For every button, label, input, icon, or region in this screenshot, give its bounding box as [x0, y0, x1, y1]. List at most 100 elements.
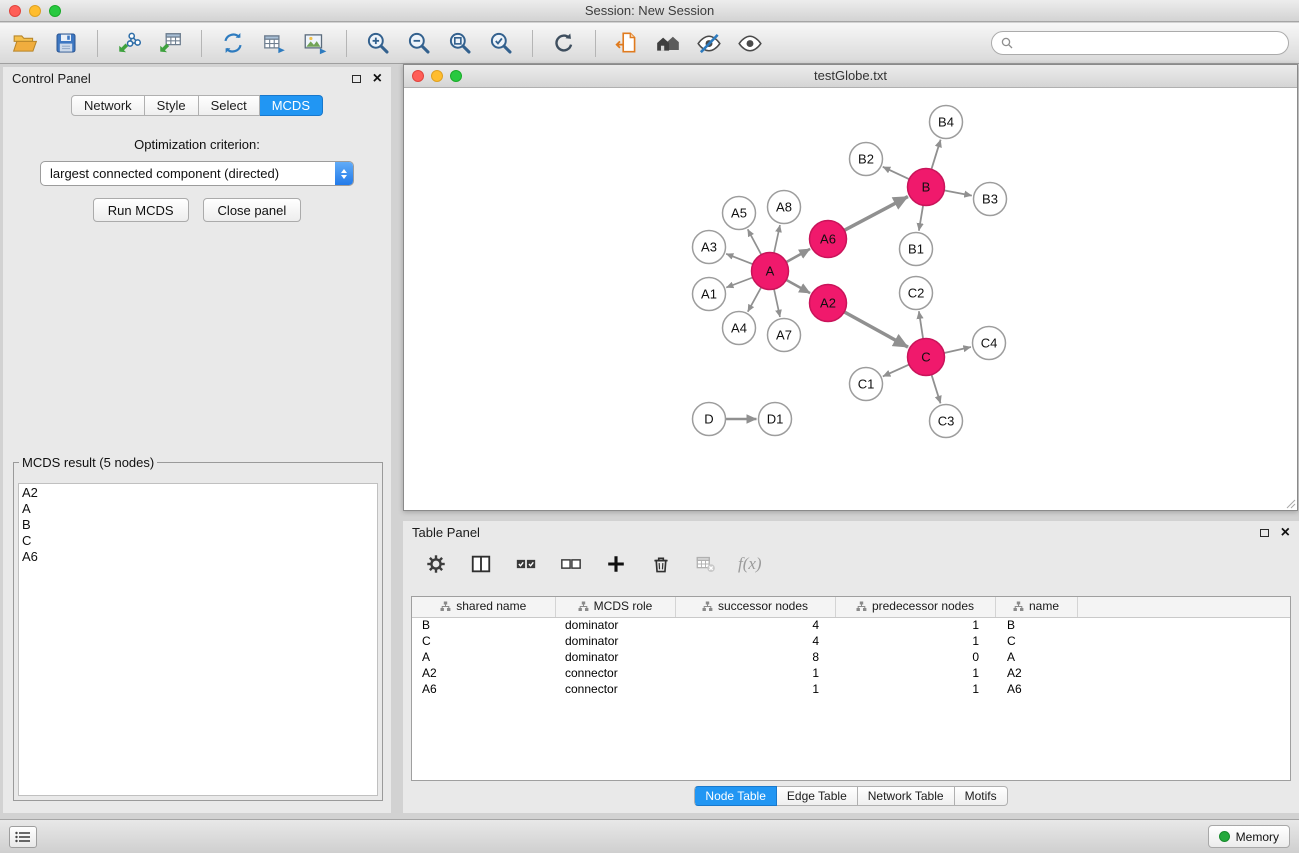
tab-node-table[interactable]: Node Table: [694, 786, 777, 806]
graph-node-C4[interactable]: C4: [973, 327, 1006, 360]
result-item[interactable]: C: [22, 533, 374, 549]
tab-edge-table[interactable]: Edge Table: [777, 786, 858, 806]
close-panel-button[interactable]: Close panel: [203, 198, 302, 222]
tab-mcds[interactable]: MCDS: [260, 95, 323, 116]
tab-network-table[interactable]: Network Table: [858, 786, 955, 806]
edge-A6-B[interactable]: [844, 197, 908, 231]
graph-node-A[interactable]: A: [752, 253, 789, 290]
export-document-button[interactable]: [612, 28, 642, 58]
table-row[interactable]: Adominator80A: [412, 649, 1290, 665]
tab-motifs[interactable]: Motifs: [955, 786, 1008, 806]
import-network-button[interactable]: [114, 28, 144, 58]
graph-node-D1[interactable]: D1: [759, 403, 792, 436]
graph-node-B2[interactable]: B2: [850, 143, 883, 176]
graph-node-D[interactable]: D: [693, 403, 726, 436]
edge-B-B1[interactable]: [919, 205, 923, 230]
zoom-out-button[interactable]: [404, 28, 434, 58]
graph-node-C[interactable]: C: [908, 339, 945, 376]
graph-node-A6[interactable]: A6: [810, 221, 847, 258]
edge-A-A3[interactable]: [726, 254, 753, 264]
zoom-network-window-button[interactable]: [450, 70, 462, 82]
home-button[interactable]: [653, 28, 683, 58]
graph-node-A5[interactable]: A5: [723, 197, 756, 230]
close-table-panel-icon[interactable]: ×: [1281, 525, 1290, 541]
export-image-button[interactable]: [300, 28, 330, 58]
delete-table-button[interactable]: [693, 551, 719, 577]
float-table-panel-icon[interactable]: [1260, 529, 1269, 537]
result-item[interactable]: A: [22, 501, 374, 517]
graph-node-A8[interactable]: A8: [768, 191, 801, 224]
graph-node-B1[interactable]: B1: [900, 233, 933, 266]
deselect-all-button[interactable]: [558, 551, 584, 577]
edge-A-A4[interactable]: [748, 287, 761, 311]
table-row[interactable]: Cdominator41C: [412, 633, 1290, 649]
function-builder-button[interactable]: f(x): [738, 554, 762, 574]
apply-layout-button[interactable]: [549, 28, 579, 58]
graph-node-A7[interactable]: A7: [768, 319, 801, 352]
float-panel-icon[interactable]: [352, 75, 361, 83]
close-window-button[interactable]: [9, 5, 21, 17]
minimize-network-window-button[interactable]: [431, 70, 443, 82]
minimize-window-button[interactable]: [29, 5, 41, 17]
close-panel-icon[interactable]: ×: [373, 71, 382, 87]
graph-node-C3[interactable]: C3: [930, 405, 963, 438]
graph-node-C1[interactable]: C1: [850, 368, 883, 401]
table-row[interactable]: A2connector11A2: [412, 665, 1290, 681]
result-item[interactable]: A6: [22, 549, 374, 565]
edge-A-A2[interactable]: [786, 280, 810, 293]
task-history-button[interactable]: [9, 826, 37, 848]
graph-node-B4[interactable]: B4: [930, 106, 963, 139]
resize-grip[interactable]: [1284, 497, 1296, 509]
edge-A2-C[interactable]: [844, 312, 908, 347]
graph-node-A3[interactable]: A3: [693, 231, 726, 264]
result-item[interactable]: A2: [22, 485, 374, 501]
graphics-details-button[interactable]: [735, 28, 765, 58]
create-column-button[interactable]: [603, 551, 629, 577]
tab-style[interactable]: Style: [145, 95, 199, 116]
zoom-fit-button[interactable]: [445, 28, 475, 58]
export-table-button[interactable]: [259, 28, 289, 58]
run-mcds-button[interactable]: Run MCDS: [93, 198, 189, 222]
save-session-button[interactable]: [51, 28, 81, 58]
open-session-button[interactable]: [10, 28, 40, 58]
graph-node-B[interactable]: B: [908, 169, 945, 206]
edge-A-A1[interactable]: [726, 278, 752, 288]
graph-node-B3[interactable]: B3: [974, 183, 1007, 216]
import-table-button[interactable]: [155, 28, 185, 58]
edge-C-C1[interactable]: [883, 365, 909, 377]
column-header-3[interactable]: predecessor nodes: [835, 597, 995, 617]
zoom-window-button[interactable]: [49, 5, 61, 17]
edge-A-A8[interactable]: [774, 225, 780, 253]
delete-column-button[interactable]: [648, 551, 674, 577]
edge-C-C2[interactable]: [919, 311, 923, 338]
zoom-in-button[interactable]: [363, 28, 393, 58]
edge-A-A5[interactable]: [748, 229, 762, 254]
table-row[interactable]: A6connector11A6: [412, 681, 1290, 697]
edge-B-B4[interactable]: [931, 140, 940, 170]
zoom-selected-button[interactable]: [486, 28, 516, 58]
edge-C-C3[interactable]: [932, 375, 941, 404]
table-row[interactable]: Bdominator41B: [412, 617, 1290, 633]
graph-node-C2[interactable]: C2: [900, 277, 933, 310]
column-header-4[interactable]: name: [995, 597, 1077, 617]
close-network-window-button[interactable]: [412, 70, 424, 82]
graph-node-A4[interactable]: A4: [723, 312, 756, 345]
column-header-1[interactable]: MCDS role: [555, 597, 675, 617]
export-network-button[interactable]: [218, 28, 248, 58]
network-canvas[interactable]: AA2A6BCA1A3A4A5A7A8B1B2B3B4C1C2C3C4DD1: [404, 88, 1297, 510]
table-settings-button[interactable]: [423, 551, 449, 577]
graph-node-A2[interactable]: A2: [810, 285, 847, 322]
tab-network[interactable]: Network: [71, 95, 145, 116]
search-field[interactable]: [991, 31, 1289, 55]
select-all-button[interactable]: [513, 551, 539, 577]
annotation-visibility-button[interactable]: [694, 28, 724, 58]
tab-select[interactable]: Select: [199, 95, 260, 116]
show-column-panel-button[interactable]: [468, 551, 494, 577]
criterion-dropdown[interactable]: largest connected component (directed): [40, 161, 354, 186]
memory-button[interactable]: Memory: [1208, 825, 1290, 848]
result-item[interactable]: B: [22, 517, 374, 533]
edge-A-A6[interactable]: [786, 249, 810, 262]
column-header-2[interactable]: successor nodes: [675, 597, 835, 617]
column-header-0[interactable]: shared name: [412, 597, 555, 617]
search-input[interactable]: [1018, 36, 1279, 50]
